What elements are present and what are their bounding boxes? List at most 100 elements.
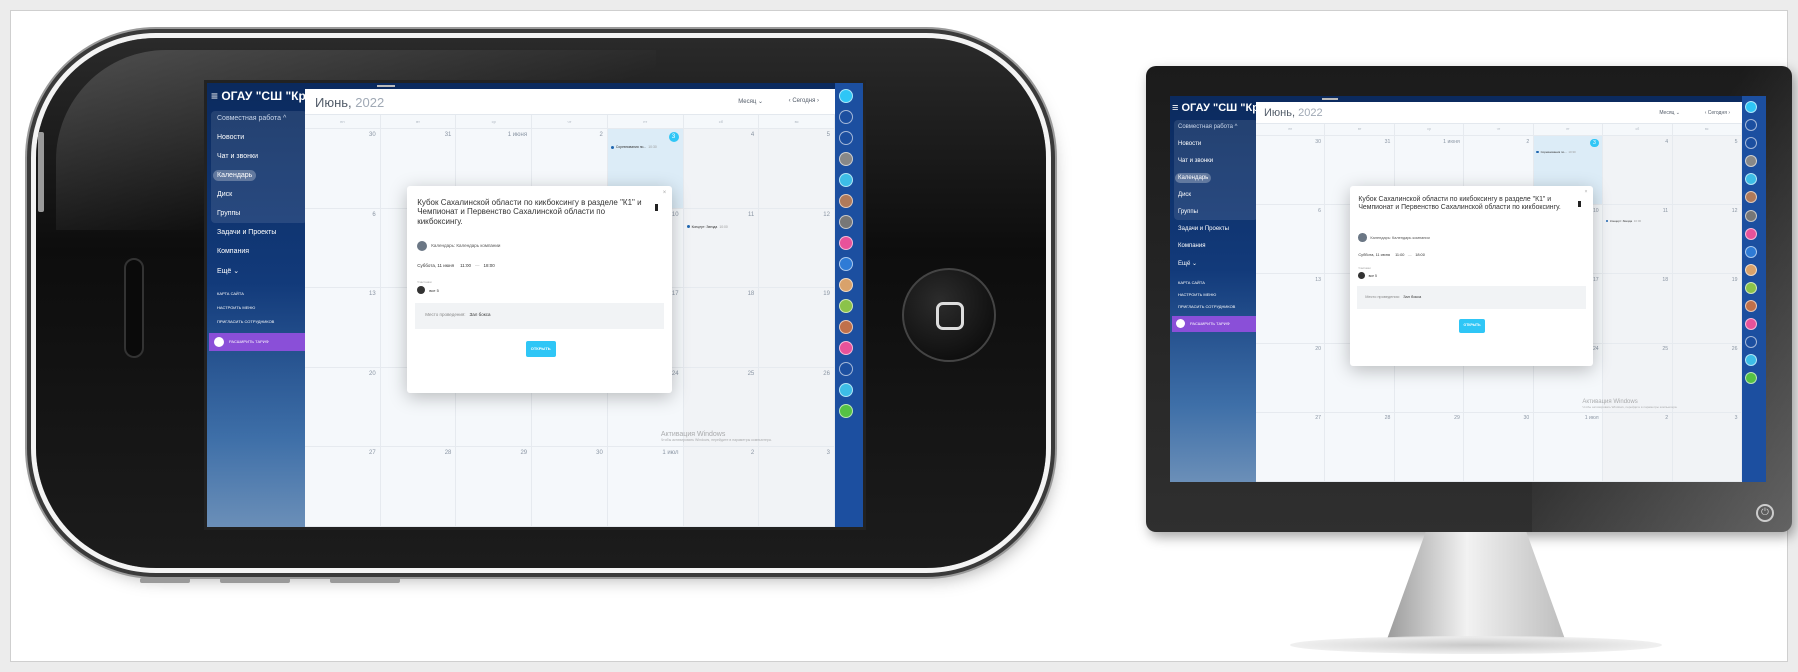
calendar-day-cell[interactable]: 4 (1603, 136, 1673, 206)
user-avatar[interactable] (839, 194, 853, 208)
calendar-day-cell[interactable]: 27 (305, 447, 381, 527)
event-competition[interactable]: Соревнования по... 10:30 (1536, 150, 1600, 154)
today-nav[interactable]: ‹ Сегодня › (1705, 110, 1730, 116)
sidebar-item-drive[interactable]: Диск (217, 191, 232, 198)
sidebar-item-tasks[interactable]: Задачи и Проекты (1178, 226, 1229, 232)
sidebar-link-invite[interactable]: ПРИГЛАСИТЬ СОТРУДНИКОВ (217, 319, 274, 324)
calendar-day-cell[interactable]: 28 (1325, 412, 1395, 482)
user-avatar[interactable] (1745, 155, 1758, 168)
user-avatar[interactable] (1745, 191, 1758, 204)
sidebar-item-chat[interactable]: Чат и звонки (1178, 158, 1213, 164)
today-nav[interactable]: ‹ Сегодня › (789, 98, 819, 104)
calendar-day-cell[interactable]: 27 (1256, 412, 1326, 482)
calendar-day-cell[interactable]: 19 (1672, 274, 1742, 344)
close-icon[interactable]: × (663, 190, 667, 196)
user-avatar[interactable] (1745, 173, 1758, 186)
open-button[interactable]: ОТКРЫТЬ (1459, 319, 1485, 333)
user-avatar[interactable] (1745, 317, 1758, 330)
calendar-day-cell[interactable]: 3 (759, 447, 835, 527)
sidebar-item-company[interactable]: Компания (217, 248, 249, 255)
user-avatar[interactable] (1745, 299, 1758, 312)
user-avatar[interactable] (839, 341, 853, 355)
calendar-day-cell[interactable]: 13 (305, 288, 381, 368)
sidebar-item-news[interactable]: Новости (1178, 141, 1201, 147)
sidebar-item-calendar[interactable]: Календарь (1175, 173, 1212, 183)
event-concert[interactable]: Концерт: Звезда 10:00 (686, 225, 757, 229)
notifications-icon[interactable] (1745, 101, 1758, 114)
user-avatar[interactable] (839, 257, 853, 271)
sidebar-item-company[interactable]: Компания (1178, 243, 1205, 249)
notifications-icon[interactable] (839, 89, 853, 103)
user-avatar[interactable] (839, 215, 853, 229)
bell-icon[interactable] (1745, 119, 1758, 132)
calendar-day-cell[interactable]: 28 (380, 447, 457, 527)
sidebar-item-collaboration[interactable]: Совместная работа ^ (1178, 124, 1237, 130)
calendar-day-cell[interactable]: 30 (305, 129, 381, 209)
calendar-day-cell[interactable]: 30 (532, 447, 608, 527)
calendar-day-cell[interactable]: 12 (759, 208, 835, 289)
view-select[interactable]: Месяц ⌄ (738, 98, 763, 105)
calendar-day-cell[interactable]: 6 (1256, 205, 1326, 275)
participant-name[interactable]: все 5 (429, 288, 439, 293)
phone-call-icon[interactable] (839, 404, 853, 418)
user-avatar[interactable] (1745, 209, 1758, 222)
calendar-day-cell[interactable]: 30 (1464, 412, 1534, 482)
home-button[interactable] (902, 268, 996, 362)
sidebar-link-configure-menu[interactable]: НАСТРОИТЬ МЕНЮ (217, 305, 255, 310)
calendar-day-cell[interactable]: 2 (1603, 412, 1673, 482)
calendar-day-cell[interactable]: 6 (305, 208, 381, 289)
sidebar-item-more[interactable]: Ещё ⌄ (1178, 260, 1197, 267)
sidebar-item-tasks[interactable]: Задачи и Проекты (217, 229, 276, 236)
sidebar-item-calendar[interactable]: Календарь (213, 170, 257, 181)
sidebar-item-groups[interactable]: Группы (1178, 209, 1198, 215)
user-avatar[interactable] (839, 320, 853, 334)
search-icon[interactable] (1745, 137, 1758, 150)
sidebar-item-more[interactable]: Ещё ⌄ (217, 267, 239, 275)
calendar-day-cell[interactable]: 19 (759, 288, 835, 368)
event-competition[interactable]: Соревнования по... 10:30 (610, 145, 681, 149)
phone-call-icon[interactable] (1745, 372, 1758, 385)
participant-name[interactable]: все 5 (1369, 274, 1377, 278)
calendar-day-cell[interactable]: 20 (305, 367, 381, 448)
sidebar-item-groups[interactable]: Группы (217, 210, 240, 217)
video-call-icon[interactable] (839, 383, 853, 397)
close-icon[interactable]: × (1585, 189, 1588, 195)
calendar-day-cell[interactable]: 12 (1672, 205, 1742, 275)
calendar-day-cell[interactable]: 29 (1394, 412, 1465, 482)
user-avatar[interactable] (839, 278, 853, 292)
calendar-day-cell[interactable]: 11 (683, 208, 760, 289)
open-button[interactable]: ОТКРЫТЬ (525, 341, 556, 358)
calendar-day-cell[interactable]: 18 (683, 288, 760, 368)
user-avatar[interactable] (1745, 227, 1758, 240)
menu-burger-icon[interactable]: ≡ (211, 89, 221, 103)
calendar-day-cell[interactable]: 29 (456, 447, 533, 527)
calendar-day-cell[interactable]: 1 июл (1533, 412, 1604, 482)
sidebar-item-news[interactable]: Новости (217, 134, 244, 141)
user-avatar[interactable] (839, 236, 853, 250)
calendar-day-cell[interactable]: 18 (1603, 274, 1673, 344)
calendar-day-cell[interactable]: 3 (1672, 412, 1742, 482)
more-icon[interactable] (1745, 335, 1758, 348)
sidebar-item-drive[interactable]: Диск (1178, 192, 1191, 198)
calendar-day-cell[interactable]: 1 июл (607, 447, 684, 527)
sidebar-link-configure-menu[interactable]: НАСТРОИТЬ МЕНЮ (1178, 292, 1216, 297)
extend-plan-button[interactable]: РАСШИРИТЬ ТАРИФ (1172, 316, 1264, 332)
calendar-day-cell[interactable]: 20 (1256, 343, 1326, 413)
sidebar-link-sitemap[interactable]: КАРТА САЙТА (1178, 280, 1205, 285)
calendar-day-cell[interactable]: 13 (1256, 274, 1326, 344)
sidebar-link-sitemap[interactable]: КАРТА САЙТА (217, 291, 244, 296)
user-avatar[interactable] (1745, 245, 1758, 258)
sidebar-item-chat[interactable]: Чат и звонки (217, 153, 258, 160)
calendar-day-cell[interactable]: 2 (683, 447, 760, 527)
more-icon[interactable] (839, 362, 853, 376)
user-avatar[interactable] (1745, 263, 1758, 276)
bell-icon[interactable] (839, 110, 853, 124)
calendar-day-cell[interactable]: 5 (759, 129, 835, 209)
video-call-icon[interactable] (1745, 354, 1758, 367)
user-avatar[interactable] (839, 152, 853, 166)
calendar-day-cell[interactable]: 5 (1672, 136, 1742, 206)
user-avatar[interactable] (1745, 281, 1758, 294)
calendar-day-cell[interactable]: 11 (1603, 205, 1673, 275)
calendar-day-cell[interactable]: 30 (1256, 136, 1326, 206)
search-icon[interactable] (839, 131, 853, 145)
